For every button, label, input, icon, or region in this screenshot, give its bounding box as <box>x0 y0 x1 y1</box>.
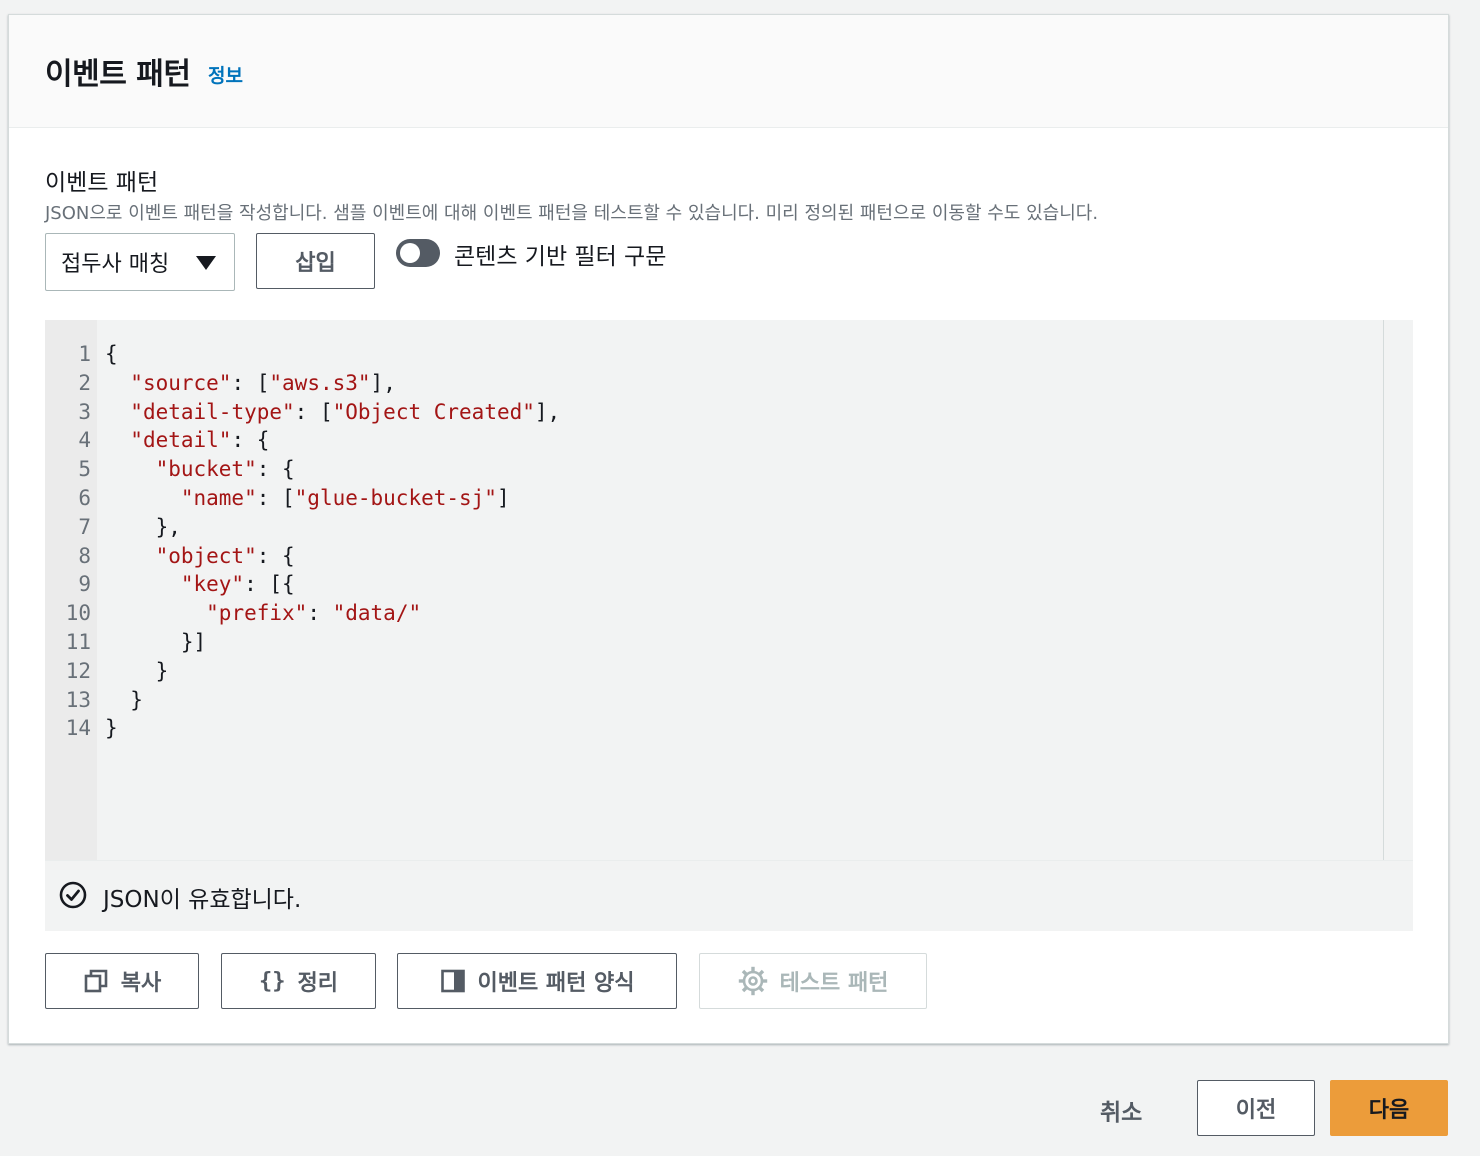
code-punctuation: }] <box>105 630 207 654</box>
event-pattern-panel: 이벤트 패턴 정보 이벤트 패턴 JSON으로 이벤트 패턴을 작성합니다. 샘… <box>8 14 1449 1044</box>
content-filter-toggle-label: 콘텐츠 기반 필터 구문 <box>454 244 667 270</box>
code-line: "name": ["glue-bucket-sj"] <box>105 484 510 513</box>
code-punctuation: }, <box>105 514 181 539</box>
line-number: 7 <box>78 514 91 539</box>
line-number: 6 <box>78 486 91 510</box>
validation-status: JSON이 유효합니다. <box>45 860 1413 931</box>
line-number: 3 <box>78 399 91 424</box>
line-number: 1 <box>78 342 91 366</box>
code-line: "bucket": { <box>105 455 295 484</box>
code-line: } <box>105 657 169 686</box>
test-pattern-button: 테스트 패턴 <box>699 953 927 1009</box>
code-punctuation: ] <box>496 486 510 510</box>
copy-button-label: 복사 <box>120 971 162 996</box>
line-number: 8 <box>78 543 91 568</box>
code-line: }] <box>105 628 206 657</box>
code-string: "aws.s3" <box>269 370 371 395</box>
code-punctuation: : { <box>231 428 270 453</box>
code-punctuation <box>105 371 130 395</box>
line-number: 10 <box>65 601 91 626</box>
field-description: JSON으로 이벤트 패턴을 작성합니다. 샘플 이벤트에 대해 이벤트 패턴을… <box>45 203 1099 224</box>
code-line: "prefix": "data/" <box>105 599 421 628</box>
code-punctuation <box>105 457 156 481</box>
code-punctuation: } <box>105 687 143 712</box>
code-string: "key" <box>180 572 245 597</box>
previous-button[interactable]: 이전 <box>1197 1080 1315 1136</box>
event-pattern-template-button[interactable]: 이벤트 패턴 양식 <box>397 953 677 1009</box>
copy-button[interactable]: 복사 <box>45 953 199 1009</box>
split-panel-icon <box>440 968 466 994</box>
code-punctuation: : [ <box>294 399 333 424</box>
test-pattern-button-label: 테스트 패턴 <box>779 971 889 996</box>
copy-icon <box>83 968 109 994</box>
code-punctuation <box>105 486 181 510</box>
caret-down-icon <box>196 256 216 270</box>
code-string: "bucket" <box>155 457 257 482</box>
matching-select-value: 접두사 매칭 <box>61 252 170 277</box>
code-string: "name" <box>180 486 257 510</box>
line-number: 2 <box>78 370 91 395</box>
format-button[interactable]: {} 정리 <box>221 953 376 1009</box>
validation-status-text: JSON이 유효합니다. <box>103 887 302 913</box>
code-line: } <box>105 714 118 743</box>
editor-scrollbar[interactable] <box>1383 320 1413 860</box>
code-line: "detail": { <box>105 426 269 455</box>
panel-header: 이벤트 패턴 정보 <box>9 15 1448 128</box>
json-editor[interactable]: 1 2 3 4 5 6 7 8 9 10 11 12 13 14 { "source": ["aws.s3… <box>45 320 1413 931</box>
line-number: 5 <box>78 457 91 482</box>
line-number: 12 <box>65 658 91 683</box>
code-punctuation: ], <box>370 370 396 395</box>
code-line: "source": ["aws.s3"], <box>105 369 396 398</box>
code-line: "key": [{ <box>105 570 295 599</box>
code-string: "source" <box>130 370 232 395</box>
code-punctuation: : [ <box>256 486 295 510</box>
code-string: "Object Created" <box>332 399 535 424</box>
braces-icon: {} <box>259 968 286 994</box>
code-punctuation <box>105 601 206 625</box>
code-punctuation: { <box>105 342 118 366</box>
line-number: 9 <box>78 572 91 597</box>
field-label: 이벤트 패턴 <box>45 170 159 196</box>
line-number: 4 <box>78 428 91 453</box>
code-punctuation: } <box>105 658 169 683</box>
code-line: { <box>105 340 118 369</box>
code-punctuation: : { <box>256 457 295 482</box>
code-string: "data/" <box>332 601 422 626</box>
code-punctuation <box>105 428 130 452</box>
toggle-knob <box>400 243 420 263</box>
code-punctuation: : { <box>256 543 295 568</box>
code-punctuation <box>105 572 181 596</box>
code-string: "object" <box>155 543 257 568</box>
code-punctuation <box>105 400 130 424</box>
line-number: 13 <box>65 687 91 712</box>
next-button[interactable]: 다음 <box>1330 1080 1448 1136</box>
code-string: "glue-bucket-sj" <box>294 486 497 510</box>
code-punctuation: : [{ <box>244 572 295 597</box>
matching-select[interactable]: 접두사 매칭 <box>45 233 235 291</box>
code-punctuation: } <box>105 716 118 741</box>
code-line: } <box>105 686 143 715</box>
info-link[interactable]: 정보 <box>208 61 243 88</box>
insert-button[interactable]: 삽입 <box>256 233 375 289</box>
code-punctuation: : [ <box>231 370 270 395</box>
code-string: "detail-type" <box>130 399 295 424</box>
code-line: "detail-type": ["Object Created"], <box>105 398 560 427</box>
gear-icon <box>738 966 768 996</box>
code-punctuation: ], <box>534 399 561 424</box>
line-number-gutter: 1 2 3 4 5 6 7 8 9 10 11 12 13 14 <box>45 320 97 860</box>
template-button-label: 이벤트 패턴 양식 <box>477 971 635 996</box>
code-string: "detail" <box>130 428 232 453</box>
code-line: }, <box>105 513 181 542</box>
panel-title: 이벤트 패턴 <box>45 57 191 92</box>
line-number: 11 <box>65 630 91 654</box>
format-button-label: 정리 <box>297 971 338 996</box>
check-circle-icon <box>59 881 87 909</box>
code-line: "object": { <box>105 542 295 571</box>
cancel-button[interactable]: 취소 <box>1100 1093 1142 1127</box>
code-string: "prefix" <box>206 601 308 626</box>
content-filter-toggle[interactable] <box>396 239 440 267</box>
line-number: 14 <box>65 716 91 741</box>
code-punctuation: : <box>307 601 333 626</box>
code-punctuation <box>105 544 156 568</box>
